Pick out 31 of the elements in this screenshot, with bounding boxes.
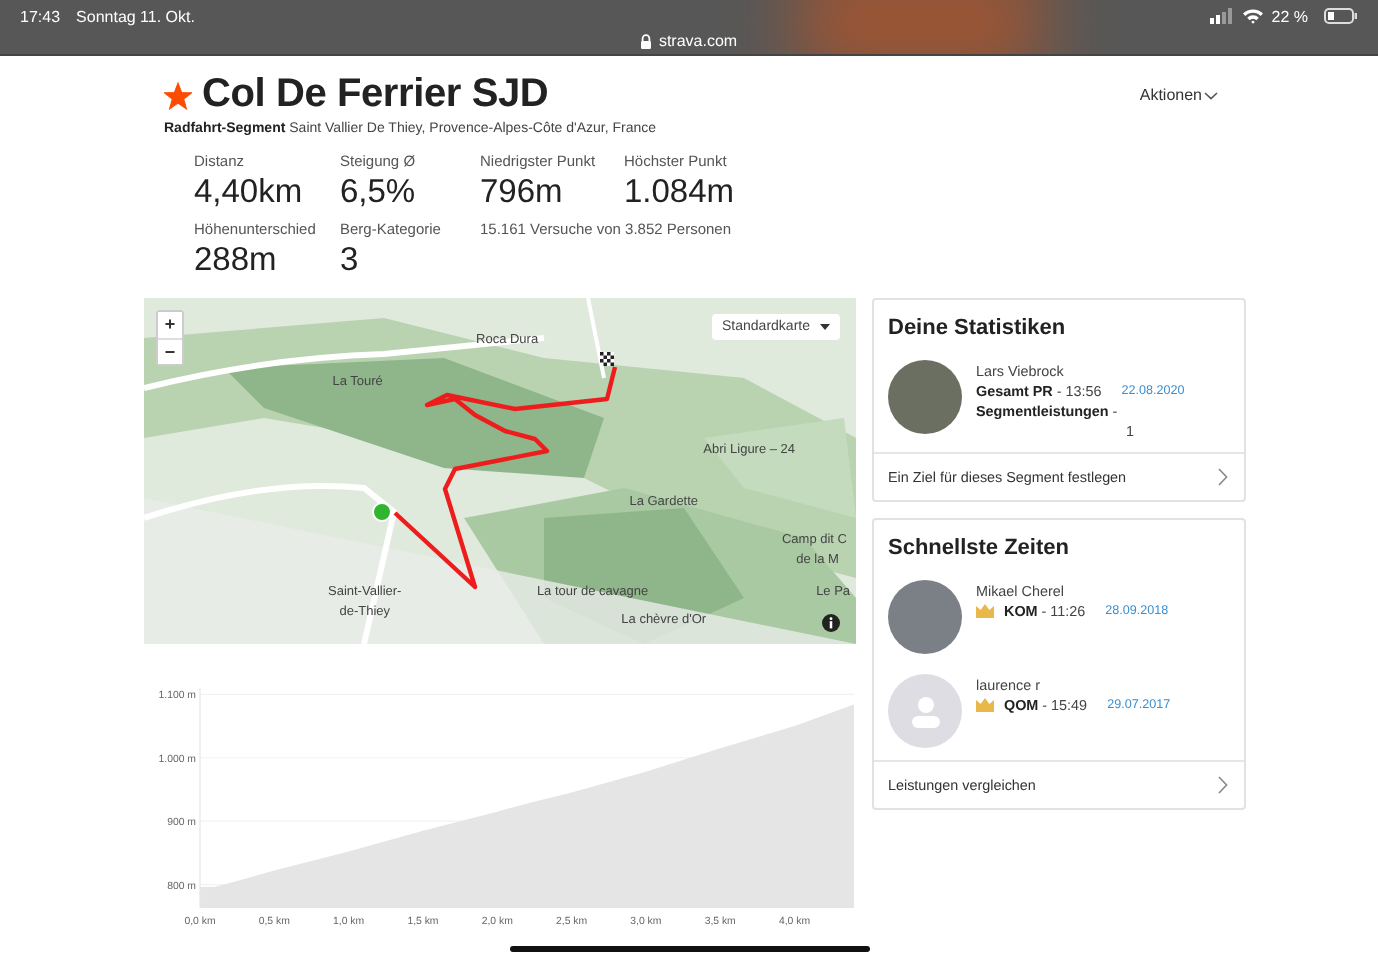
stat-value: 6,5% <box>340 174 418 212</box>
clock-time: 17:43 <box>20 7 61 25</box>
avatar-photo <box>888 360 962 434</box>
stat-value: 4,40km <box>194 174 305 212</box>
wifi-icon <box>1241 8 1264 24</box>
signal-icon <box>1209 8 1234 24</box>
card-title: Schnellste Zeiten <box>886 534 1071 564</box>
info-icon[interactable] <box>822 614 840 632</box>
avatar-photo <box>888 580 962 654</box>
actions-dropdown[interactable]: Aktionen <box>1139 86 1218 104</box>
lock-icon <box>640 33 653 49</box>
default-avatar-icon <box>888 674 962 748</box>
stat-value: 288m <box>194 242 279 280</box>
caret-icon <box>820 324 830 330</box>
zoom-out-button[interactable]: − <box>158 338 182 364</box>
stat-value: 3 <box>340 242 361 280</box>
chevron-down-icon <box>1204 91 1218 99</box>
stat-value: 1.084m <box>624 174 737 212</box>
crown-icon <box>976 604 994 618</box>
finish-flag-icon <box>600 352 614 366</box>
card-title: Deine Statistiken <box>886 314 1068 344</box>
crown-icon <box>976 698 994 712</box>
battery-percent: 22 % <box>1271 7 1308 25</box>
date-text: Sonntag 11. Okt. <box>76 7 195 25</box>
segment-title: Col De Ferrier SJD <box>202 72 549 118</box>
star-icon[interactable] <box>164 81 192 109</box>
chevron-right-icon <box>1218 468 1228 486</box>
stat-value: 796m <box>480 174 565 212</box>
address-bar[interactable]: strava.com <box>640 26 738 50</box>
battery-icon <box>1324 8 1358 24</box>
chevron-right-icon <box>1218 776 1228 794</box>
